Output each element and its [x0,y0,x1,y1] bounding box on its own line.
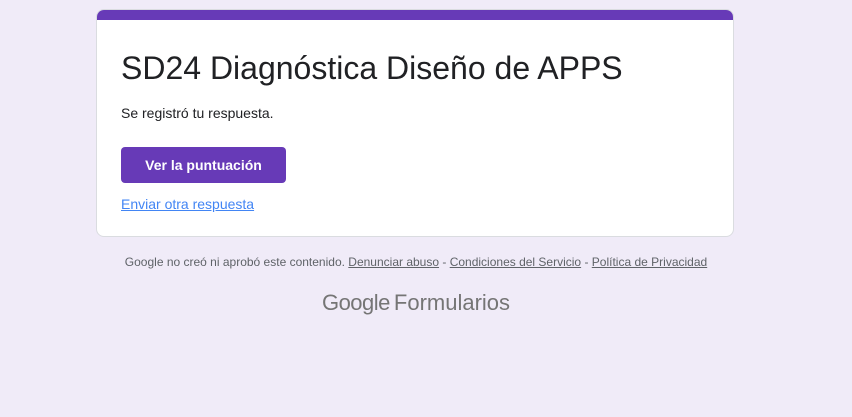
privacy-policy-link[interactable]: Política de Privacidad [592,255,707,269]
footer-disclaimer: Google no creó ni aprobó este contenido. [124,255,345,269]
google-forms-logo[interactable]: Google Formularios [0,288,832,318]
footer-notice: Google no creó ni aprobó este contenido.… [0,254,832,270]
submit-another-response-link[interactable]: Enviar otra respuesta [121,194,254,214]
terms-of-service-link[interactable]: Condiciones del Servicio [450,255,581,269]
view-score-button[interactable]: Ver la puntuación [121,147,286,183]
report-abuse-link[interactable]: Denunciar abuso [348,255,439,269]
forms-wordmark: Formularios [393,290,511,315]
response-card: SD24 Diagnóstica Diseño de APPS Se regis… [96,9,734,237]
form-title: SD24 Diagnóstica Diseño de APPS [121,50,623,86]
confirmation-message: Se registró tu respuesta. [121,105,274,121]
footer-separator: - [439,255,450,269]
google-wordmark: Google [321,290,390,315]
card-accent-bar [97,10,733,20]
footer-separator: - [581,255,592,269]
